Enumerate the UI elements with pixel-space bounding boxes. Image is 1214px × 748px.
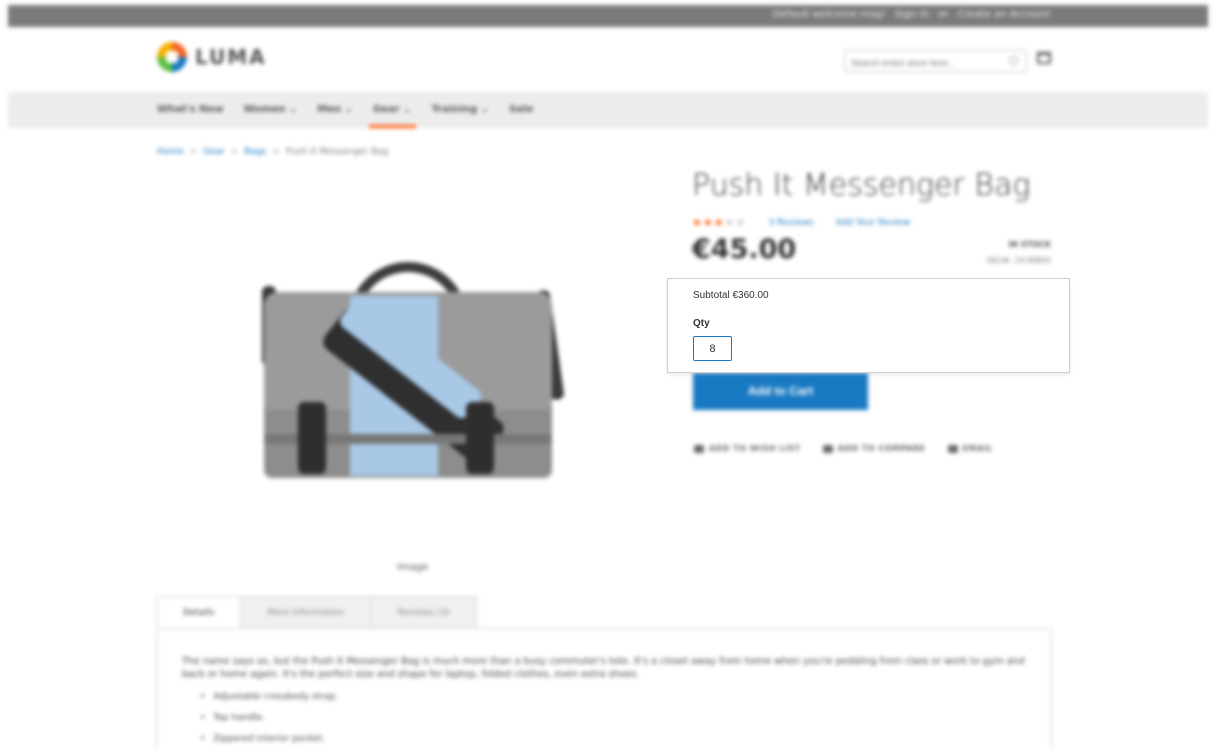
breadcrumb-home[interactable]: Home <box>157 147 184 157</box>
list-item: Top handle. <box>200 708 338 729</box>
wishlist-label: ADD TO WISH LIST <box>709 444 801 453</box>
qty-subtotal-popup: Subtotal €360.00 Qty <box>667 278 1070 373</box>
nav-whats-new[interactable]: What's New <box>157 92 224 128</box>
nav-men[interactable]: Men ⌄ <box>317 92 353 128</box>
compare-label: ADD TO COMPARE <box>837 444 926 453</box>
product-tabs: Details More Information Reviews (3) <box>156 596 477 629</box>
top-bar: Default welcome msg! Sign In or Create a… <box>8 5 1208 27</box>
image-label: Image <box>397 562 429 573</box>
breadcrumb-bags[interactable]: Bags <box>244 147 266 157</box>
subtotal-text: Subtotal €360.00 <box>693 290 769 301</box>
create-account-link[interactable]: Create an Account <box>958 9 1050 20</box>
product-actions: ADD TO WISH LIST ADD TO COMPARE EMAIL <box>694 444 1015 453</box>
luma-logo-icon <box>157 42 187 72</box>
main-nav: What's New Women ⌄ Men ⌄ Gear ⌄ Training… <box>8 92 1208 128</box>
nav-training[interactable]: Training ⌄ <box>432 92 490 128</box>
list-item: Zippered interior pocket. <box>200 729 338 748</box>
breadcrumb-current: Push It Messenger Bag <box>286 147 389 157</box>
product-price: €45.00 <box>692 234 797 265</box>
product-page: { "header": { "top_links": ["Default wel… <box>0 0 1214 748</box>
tab-details[interactable]: Details <box>156 596 242 629</box>
email-label: EMAIL <box>962 444 993 453</box>
qty-input[interactable] <box>693 336 732 361</box>
search-box[interactable] <box>844 50 1027 73</box>
add-review-link[interactable]: Add Your Review <box>836 218 910 228</box>
feature-list: Adjustable crossbody strap. Top handle. … <box>200 687 338 748</box>
star-rating-icon: ★★★★★ <box>692 216 747 229</box>
product-image[interactable] <box>258 262 565 484</box>
add-to-compare-link[interactable]: ADD TO COMPARE <box>822 444 926 453</box>
reviews-link[interactable]: 3 Reviews <box>768 218 813 228</box>
header-links: Default welcome msg! Sign In or Create a… <box>767 9 1050 20</box>
add-to-wishlist-link[interactable]: ADD TO WISH LIST <box>694 444 801 453</box>
breadcrumb-gear[interactable]: Gear <box>203 147 225 157</box>
qty-label: Qty <box>693 318 710 329</box>
breadcrumb: Home > Gear > Bags > Push It Messenger Bag <box>157 147 389 157</box>
add-to-cart-button[interactable]: Add to Cart <box>693 373 868 410</box>
sign-in-link[interactable]: Sign In <box>895 9 929 20</box>
cart-icon[interactable] <box>1037 52 1051 64</box>
email-link[interactable]: EMAIL <box>947 444 993 453</box>
heart-icon <box>694 444 704 453</box>
search-input[interactable] <box>845 53 995 73</box>
envelope-icon <box>947 444 958 453</box>
product-rating: ★★★★★ 3 Reviews Add Your Review <box>692 216 910 229</box>
tab-reviews[interactable]: Reviews (3) <box>370 596 477 629</box>
compare-icon <box>822 444 833 453</box>
logo[interactable]: LUMA <box>157 42 267 72</box>
stock-status: IN STOCK <box>1008 240 1051 249</box>
nav-women[interactable]: Women ⌄ <box>244 92 298 128</box>
product-description: The name says so, but the Push It Messen… <box>182 656 1025 680</box>
nav-sale[interactable]: Sale <box>509 92 533 128</box>
brand-name: LUMA <box>195 45 267 69</box>
background-page: Default welcome msg! Sign In or Create a… <box>0 0 1214 748</box>
product-sku: SKU#: 24-WB04 <box>986 256 1051 265</box>
product-title: Push It Messenger Bag <box>692 168 1031 203</box>
search-icon[interactable] <box>1009 56 1018 65</box>
list-item: Adjustable crossbody strap. <box>200 687 338 708</box>
welcome-message: Default welcome msg! <box>772 9 886 20</box>
nav-gear[interactable]: Gear ⌄ <box>369 92 416 128</box>
or-text: or <box>938 9 949 20</box>
tab-more-information[interactable]: More Information <box>240 596 372 629</box>
